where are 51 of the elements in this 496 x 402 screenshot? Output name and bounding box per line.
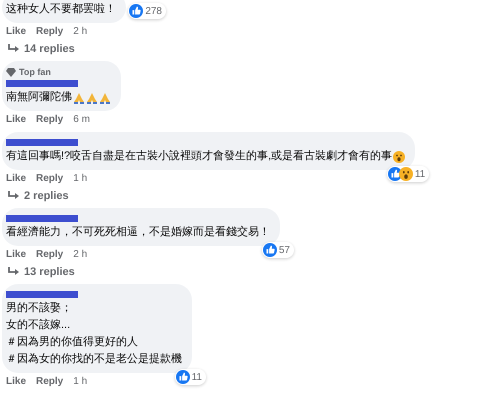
reply-link[interactable]: Reply xyxy=(36,173,64,185)
reply-link[interactable]: Reply xyxy=(36,249,64,261)
reaction-count: 11 xyxy=(192,372,202,382)
like-link[interactable]: Like xyxy=(6,26,26,38)
wow-icon xyxy=(398,167,413,181)
comment-text: ＃因為女的你找的不是老公是提款機 xyxy=(6,352,182,367)
reply-link[interactable]: Reply xyxy=(36,376,64,388)
view-replies-link[interactable]: 13 replies xyxy=(2,261,75,278)
praying-hands-icon xyxy=(86,92,98,104)
timestamp: 1 h xyxy=(73,376,88,388)
timestamp: 2 h xyxy=(73,249,88,261)
like-icon xyxy=(176,370,190,384)
top-fan-label: Top fan xyxy=(19,67,51,77)
like-link[interactable]: Like xyxy=(6,249,26,261)
comment-text: 男的不該娶； xyxy=(6,301,72,316)
redaction-bar xyxy=(6,139,78,146)
redaction-bar xyxy=(6,80,78,87)
reaction-count: 278 xyxy=(145,6,162,16)
comment-text: ＃因為男的你值得更好的人 xyxy=(6,335,138,350)
comment-text: 看經濟能力，不可死死相逼，不是婚嫁而是看錢交易！ xyxy=(6,225,270,240)
redaction-bar xyxy=(6,215,78,222)
surprised-face-icon xyxy=(393,150,406,162)
reaction-count: 11 xyxy=(414,168,426,180)
view-replies-link[interactable]: 2 replies xyxy=(2,185,69,202)
comment-text: 有這回事嗎!?咬舌自盡是在古裝小說裡頭才會發生的事,或是看古裝劇才會有的事 xyxy=(6,149,392,164)
reaction-badge[interactable]: 11 xyxy=(386,166,430,182)
reaction-badge[interactable]: 278 xyxy=(128,3,166,19)
praying-hands-icon xyxy=(99,92,111,104)
like-link[interactable]: Like xyxy=(6,114,26,126)
reply-arrow-icon xyxy=(8,44,20,54)
reply-arrow-icon xyxy=(8,191,20,201)
comment-text: 女的不該嫁... xyxy=(6,318,70,333)
reply-link[interactable]: Reply xyxy=(36,114,64,126)
comment-text: 这种女人不要都罢啦！ xyxy=(6,2,116,17)
praying-hands-icon xyxy=(73,92,85,104)
reaction-badge[interactable]: 57 xyxy=(262,242,294,258)
reaction-badge[interactable]: 11 xyxy=(174,369,206,385)
timestamp: 6 m xyxy=(73,114,90,126)
timestamp: 2 h xyxy=(73,26,88,38)
like-icon xyxy=(129,4,144,18)
redaction-bar xyxy=(6,291,78,298)
diamond-icon xyxy=(6,68,16,76)
reply-arrow-icon xyxy=(8,267,20,277)
reply-link[interactable]: Reply xyxy=(36,26,64,38)
like-link[interactable]: Like xyxy=(6,173,26,185)
reaction-count: 57 xyxy=(278,244,290,256)
comment-text: 南無阿彌陀佛 xyxy=(6,90,72,105)
like-link[interactable]: Like xyxy=(6,376,26,388)
timestamp: 1 h xyxy=(73,173,88,185)
view-replies-link[interactable]: 14 replies xyxy=(2,38,75,55)
like-icon xyxy=(262,243,277,257)
